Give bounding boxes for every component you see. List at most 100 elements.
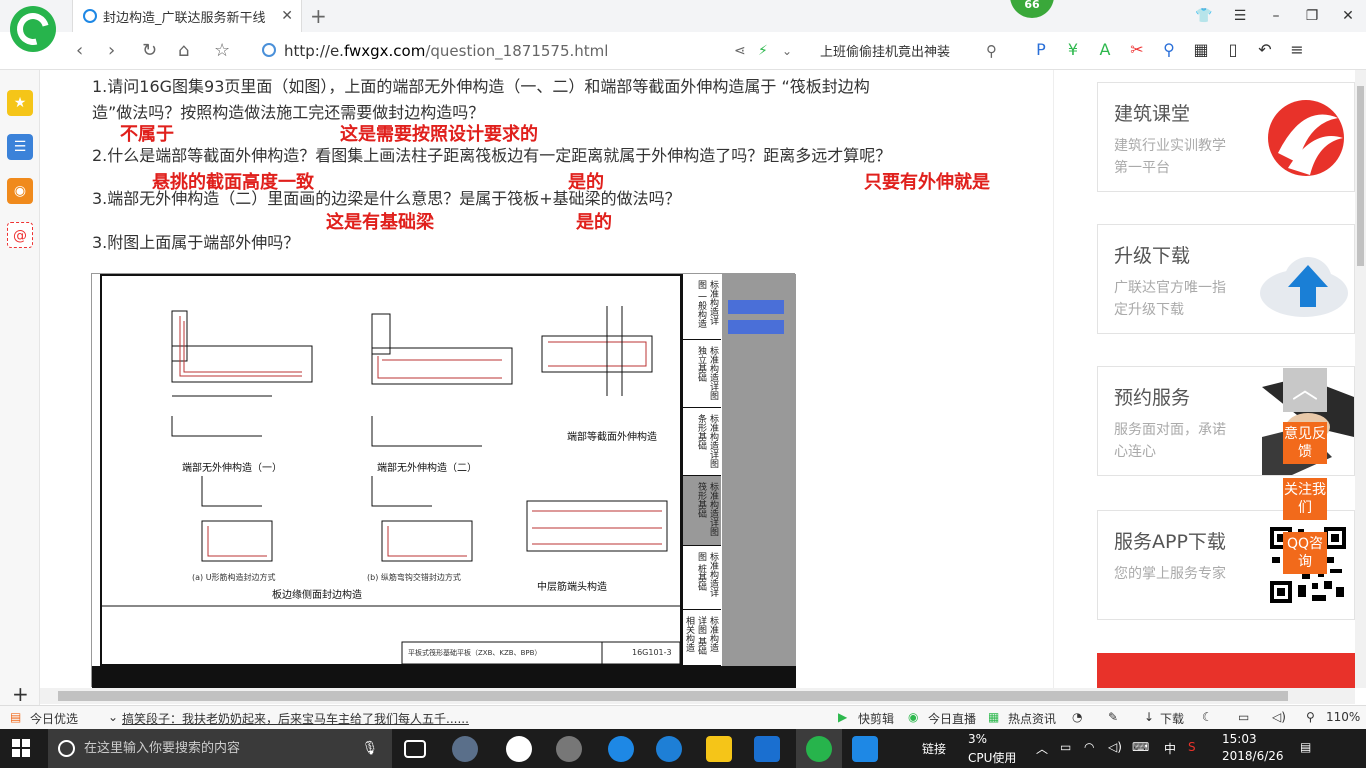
edge-icon[interactable] [608, 736, 634, 762]
feedback-button[interactable]: 意见反馈 [1283, 422, 1327, 464]
remote-app-icon[interactable] [852, 736, 878, 762]
vertical-scrollbar[interactable] [1355, 70, 1366, 688]
moon-icon[interactable]: ☾ [1202, 710, 1213, 724]
pin-icon[interactable]: ✎ [1108, 710, 1118, 724]
caption-no-extension-2: 端部无外伸构造（二） [377, 463, 477, 474]
news-ticker-link[interactable]: 搞笑段子：我扶老奶奶起来，后来宝马车主给了我们每人五千...... [122, 710, 469, 727]
notification-center-icon[interactable]: ▤ [1300, 740, 1311, 754]
task-view-icon[interactable] [404, 740, 426, 758]
notification-badge[interactable]: 66 [1010, 0, 1054, 18]
windows-start-icon[interactable] [12, 739, 30, 757]
skin-icon[interactable]: 👕 [1186, 0, 1222, 32]
horizontal-scrollbar[interactable] [40, 688, 1355, 704]
window-icon[interactable]: ▭ [1238, 710, 1249, 724]
ime-indicator[interactable]: 中 [1164, 740, 1176, 757]
today-live-link[interactable]: 今日直播 [928, 710, 976, 727]
banner-ad[interactable] [1097, 653, 1355, 688]
close-window-icon[interactable]: ✕ [1330, 0, 1366, 32]
screenshot-scissors-icon[interactable]: ✂ [1126, 40, 1148, 59]
drawing-bottom-bar [92, 666, 796, 688]
restore-icon[interactable]: ❐ [1294, 0, 1330, 32]
browser-logo-icon[interactable] [10, 6, 56, 52]
card-building-classroom[interactable]: 建筑课堂 建筑行业实训教学第一平台 [1097, 82, 1355, 192]
extension-p-icon[interactable]: P [1030, 40, 1052, 59]
wifi-icon[interactable]: ◠ [1084, 740, 1094, 754]
download-link[interactable]: 下载 [1160, 710, 1184, 727]
translate-icon[interactable]: A [1094, 40, 1116, 59]
find-icon[interactable]: ⚲ [1158, 40, 1180, 59]
tab-close-icon[interactable]: ✕ [281, 8, 293, 24]
favorite-star-icon[interactable]: ☆ [214, 40, 230, 61]
qq-consult-button[interactable]: QQ咨询 [1283, 532, 1327, 574]
clock-date[interactable]: 2018/6/26 [1222, 749, 1284, 763]
card-title: 服务APP下载 [1114, 531, 1226, 553]
today-picks-link[interactable]: 今日优选 [30, 710, 78, 727]
drawing-blue-tag [728, 300, 784, 314]
favorites-star-icon[interactable]: ★ [7, 90, 33, 116]
search-icon[interactable]: ⚲ [986, 42, 997, 60]
menu-icon[interactable]: ☰ [1222, 0, 1258, 32]
clock-time[interactable]: 15:03 [1222, 732, 1257, 746]
ie-icon[interactable] [656, 736, 682, 762]
chat-app-icon[interactable] [556, 736, 582, 762]
scrollbar-thumb[interactable] [1357, 86, 1364, 266]
zoom-level[interactable]: 110% [1326, 710, 1360, 724]
window-controls: 👕 ☰ – ❐ ✕ [1186, 0, 1366, 32]
home-icon[interactable]: ⌂ [178, 40, 189, 61]
forward-icon[interactable]: › [108, 40, 115, 61]
apps-icon[interactable]: ▦ [1190, 40, 1212, 59]
scrollbar-thumb[interactable] [58, 691, 1288, 701]
browser-task-icon[interactable] [806, 736, 832, 762]
device-icon[interactable]: ▯ [1222, 40, 1244, 59]
edge-browser-icon[interactable] [506, 736, 532, 762]
chevron-down-icon[interactable]: ⌄ [782, 44, 792, 58]
zoom-icon[interactable]: ⚲ [1306, 710, 1315, 724]
address-bar[interactable]: http://e.fwxgx.com/question_1871575.html [258, 38, 798, 64]
links-toolbar[interactable]: 链接 [922, 740, 946, 757]
minimize-icon[interactable]: – [1258, 0, 1294, 32]
follow-us-button[interactable]: 关注我们 [1283, 478, 1327, 520]
coupon-icon[interactable]: ¥ [1062, 40, 1084, 59]
undo-icon[interactable]: ↶ [1254, 40, 1276, 59]
reading-list-icon[interactable]: ☰ [7, 134, 33, 160]
file-explorer-icon[interactable] [706, 736, 732, 762]
chevron-up-icon[interactable]: ︿ [1036, 740, 1048, 757]
quick-edit-link[interactable]: 快剪辑 [858, 710, 894, 727]
site-info-icon[interactable] [262, 43, 276, 57]
question-2: 2.什么是端部等截面外伸构造？看图集上画法柱子距离筏板边有一定距离就属于外伸构造… [92, 146, 892, 165]
email-icon[interactable]: @ [7, 222, 33, 248]
back-to-top-icon[interactable]: ︿ [1283, 368, 1327, 412]
speed-icon[interactable]: ⚡ [758, 43, 768, 59]
card-title: 升级下载 [1114, 245, 1191, 267]
add-sidebar-icon[interactable]: + [12, 682, 29, 706]
caption-edge-seal: 板边缘侧面封边构造 [272, 590, 362, 601]
today-picks-icon[interactable]: ▤ [10, 710, 21, 724]
back-icon[interactable]: ‹ [76, 40, 83, 61]
main-menu-icon[interactable]: ≡ [1286, 40, 1308, 59]
refresh-icon[interactable]: ↻ [142, 40, 157, 61]
chevron-down-icon[interactable]: ⌄ [108, 710, 118, 724]
volume-tray-icon[interactable]: ◁) [1108, 740, 1122, 754]
attached-drawing-image[interactable]: 端部无外伸构造（一） 端部无外伸构造（二） 端部等截面外伸构造 (a) U形筋构… [91, 273, 796, 688]
speed-dial-icon[interactable]: ◔ [1072, 710, 1082, 724]
download-icon[interactable]: ↓ [1144, 710, 1154, 724]
drawing-index-strip: 标准构造详图 一般构造 标准构造详图 独立基础 标准构造详图 条形基础 标准构造… [682, 274, 721, 666]
strip-cell: 标准构造详图 一般构造 [683, 274, 721, 340]
glodon-app-icon[interactable] [754, 736, 780, 762]
new-tab-icon[interactable]: + [310, 4, 327, 28]
strip-cell: 标准构造详图 基础相关构造 [683, 610, 721, 666]
battery-icon[interactable]: ▭ [1060, 740, 1071, 754]
hot-news-link[interactable]: 热点资讯 [1008, 710, 1056, 727]
microphone-icon[interactable]: 🎙 [361, 729, 378, 768]
pinwheel-app-icon[interactable] [452, 736, 478, 762]
taskbar-search-box[interactable]: 在这里输入你要搜索的内容 🎙 [48, 729, 392, 768]
search-suggestion[interactable]: 上班偷偷挂机竟出神装 [820, 41, 950, 60]
keyboard-icon[interactable]: ⌨ [1132, 740, 1149, 754]
weibo-icon[interactable]: ◉ [7, 178, 33, 204]
card-title: 建筑课堂 [1114, 103, 1191, 125]
card-upgrade-download[interactable]: 升级下载 广联达官方唯一指定升级下载 [1097, 224, 1355, 334]
share-icon[interactable]: ⋖ [734, 43, 746, 59]
sogou-ime-icon[interactable]: S [1188, 740, 1196, 754]
tab-active[interactable]: 封边构造_广联达服务新干线 ✕ [72, 0, 302, 32]
volume-icon[interactable]: ◁) [1272, 710, 1286, 724]
